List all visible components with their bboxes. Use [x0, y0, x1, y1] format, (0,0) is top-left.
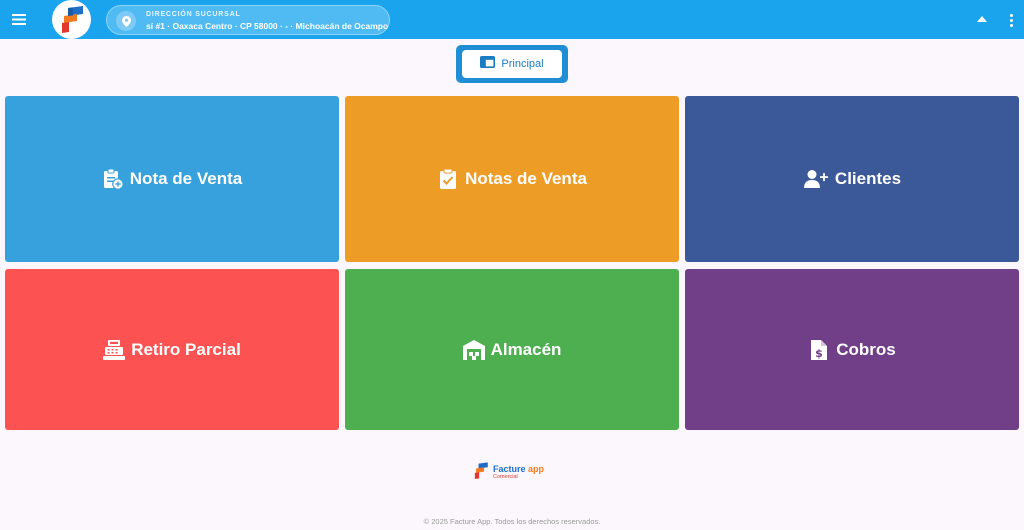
footer-brand-sub: Comercial: [493, 474, 518, 481]
footer-logo: Facture app Comercial: [473, 461, 555, 486]
copyright-text: © 2025 Facture App. Todos los derechos r…: [423, 517, 601, 526]
warehouse-icon: [462, 339, 485, 361]
section-tab-frame: Principal: [456, 45, 568, 83]
tile-label: Retiro Parcial: [131, 339, 241, 359]
tile-almacen[interactable]: Almacén: [345, 269, 679, 430]
tile-label: Nota de Venta: [129, 169, 243, 188]
branch-address: sí #1 · Oaxaca Centro · CP 58000 · - · M…: [146, 21, 389, 31]
facture-app-logo-icon: [473, 461, 489, 486]
footer-brand-main: Facture: [493, 464, 526, 475]
principal-tab-label: Principal: [501, 58, 544, 70]
user-add-icon: [803, 168, 829, 190]
top-app-bar: DIRECCIÓN SUCURSAL sí #1 · Oaxaca Centro…: [0, 0, 1024, 39]
tile-cobros[interactable]: $ Cobros: [685, 269, 1019, 430]
branch-label: DIRECCIÓN SUCURSAL: [146, 11, 241, 18]
facture-app-logo-icon[interactable]: [52, 0, 91, 39]
cash-register-icon: [103, 339, 126, 361]
tile-retiro-parcial[interactable]: Retiro Parcial: [5, 269, 339, 430]
invoice-dollar-icon: $: [808, 339, 830, 361]
tile-label: Clientes: [834, 169, 902, 188]
tile-notas-de-venta[interactable]: Notas de Venta: [345, 96, 679, 262]
tile-clientes[interactable]: Clientes: [685, 96, 1019, 262]
window-icon: [480, 55, 496, 73]
tile-label: Almacén: [490, 339, 562, 359]
more-vert-icon[interactable]: [1005, 10, 1017, 30]
clipboard-add-icon: [102, 168, 124, 190]
caret-up-icon[interactable]: [975, 12, 989, 26]
svg-text:$: $: [815, 347, 823, 360]
principal-tab-button[interactable]: Principal: [462, 50, 562, 78]
hamburger-menu-icon[interactable]: [7, 8, 31, 30]
tile-label: Cobros: [836, 339, 896, 359]
branch-address-selector[interactable]: DIRECCIÓN SUCURSAL sí #1 · Oaxaca Centro…: [106, 5, 390, 35]
footer-brand: Facture app: [493, 465, 544, 474]
footer-brand-accent: app: [528, 464, 545, 475]
clipboard-check-icon: [437, 168, 459, 190]
tile-nota-de-venta[interactable]: Nota de Venta: [5, 96, 339, 262]
location-pin-icon: [116, 11, 136, 31]
tile-label: Notas de Venta: [465, 169, 587, 188]
